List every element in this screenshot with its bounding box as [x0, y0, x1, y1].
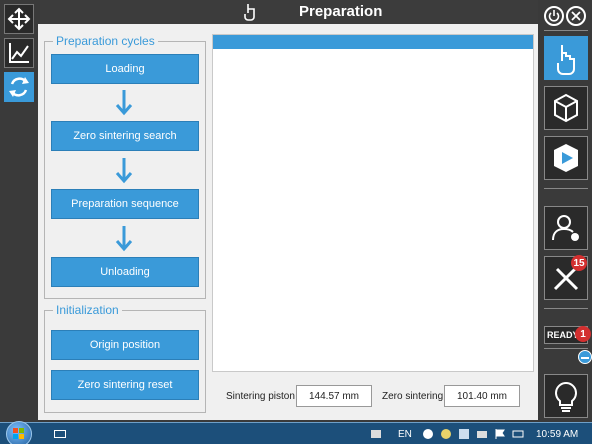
material-button[interactable] [544, 86, 588, 130]
start-button[interactable] [6, 421, 32, 444]
user-gear-icon [552, 215, 579, 241]
log-panel[interactable] [212, 34, 534, 372]
preparation-sequence-button[interactable]: Preparation sequence [51, 189, 199, 219]
window-title: Preparation [299, 3, 383, 20]
origin-position-button[interactable]: Origin position [51, 330, 199, 360]
divider [544, 308, 588, 309]
zero-sintering-search-button[interactable]: Zero sintering search [51, 121, 199, 151]
line-chart-icon [9, 43, 29, 63]
unloading-button[interactable]: Unloading [51, 257, 199, 287]
taskbar: EN 10:59 AM [0, 421, 592, 444]
windows-logo-icon [13, 428, 24, 439]
preparation-mode-button[interactable] [544, 36, 588, 80]
network-icon[interactable] [476, 428, 488, 440]
sintering-piston-value: 144.57 mm [296, 385, 372, 407]
help-icon[interactable] [422, 428, 434, 440]
tools-button[interactable]: 15 [544, 255, 588, 300]
divider [544, 348, 588, 349]
action-center-icon[interactable] [370, 428, 382, 440]
language-indicator[interactable]: EN [398, 423, 412, 444]
tips-button[interactable] [544, 374, 588, 418]
arrow-down-icon [115, 226, 133, 252]
arrow-down-icon [115, 90, 133, 116]
box-icon [554, 93, 578, 123]
connection-indicator[interactable] [578, 350, 592, 364]
zero-sintering-label: Zero sintering [382, 391, 444, 402]
power-icon [548, 10, 560, 22]
close-button[interactable] [566, 6, 586, 26]
loading-button[interactable]: Loading [51, 54, 199, 84]
title-bar: Preparation [40, 0, 538, 24]
close-icon [571, 11, 581, 21]
keyboard-icon[interactable] [54, 428, 66, 440]
link-icon [581, 357, 589, 359]
run-cycle-button[interactable] [544, 136, 588, 180]
move-axes-button[interactable] [4, 4, 34, 34]
zero-sintering-value: 101.40 mm [444, 385, 520, 407]
window-controls [538, 0, 592, 30]
flag-icon[interactable] [494, 428, 506, 440]
cycles-button[interactable] [4, 72, 34, 102]
chart-icon[interactable] [458, 428, 470, 440]
preparation-cycles-title: Preparation cycles [53, 34, 158, 48]
cube-play-icon [554, 144, 578, 172]
user-settings-button[interactable] [544, 206, 588, 250]
tool-icon[interactable] [440, 428, 452, 440]
hand-pointer-icon [244, 4, 255, 21]
lightbulb-icon [555, 381, 577, 412]
initialization-title: Initialization [53, 303, 122, 317]
ready-label: READY [547, 330, 579, 340]
clock[interactable]: 10:59 AM [536, 423, 578, 444]
right-toolbar: 15 READY 1 [538, 30, 592, 422]
tools-count-badge: 15 [571, 255, 587, 271]
graph-button[interactable] [4, 38, 34, 68]
zero-sintering-reset-button[interactable]: Zero sintering reset [51, 370, 199, 400]
log-panel-header [213, 35, 533, 49]
hand-pointer-icon [557, 45, 575, 75]
left-toolbar [0, 0, 38, 420]
main-panel: Preparation cycles Loading Zero sinterin… [38, 24, 538, 420]
sintering-piston-label: Sintering piston [226, 391, 295, 402]
move-arrows-icon [7, 7, 31, 31]
battery-icon[interactable] [512, 428, 524, 440]
divider [544, 188, 588, 189]
status-badge: 1 [575, 326, 591, 342]
divider [544, 30, 588, 31]
arrow-down-icon [115, 158, 133, 184]
power-button[interactable] [544, 6, 564, 26]
refresh-cycle-icon [9, 77, 29, 97]
